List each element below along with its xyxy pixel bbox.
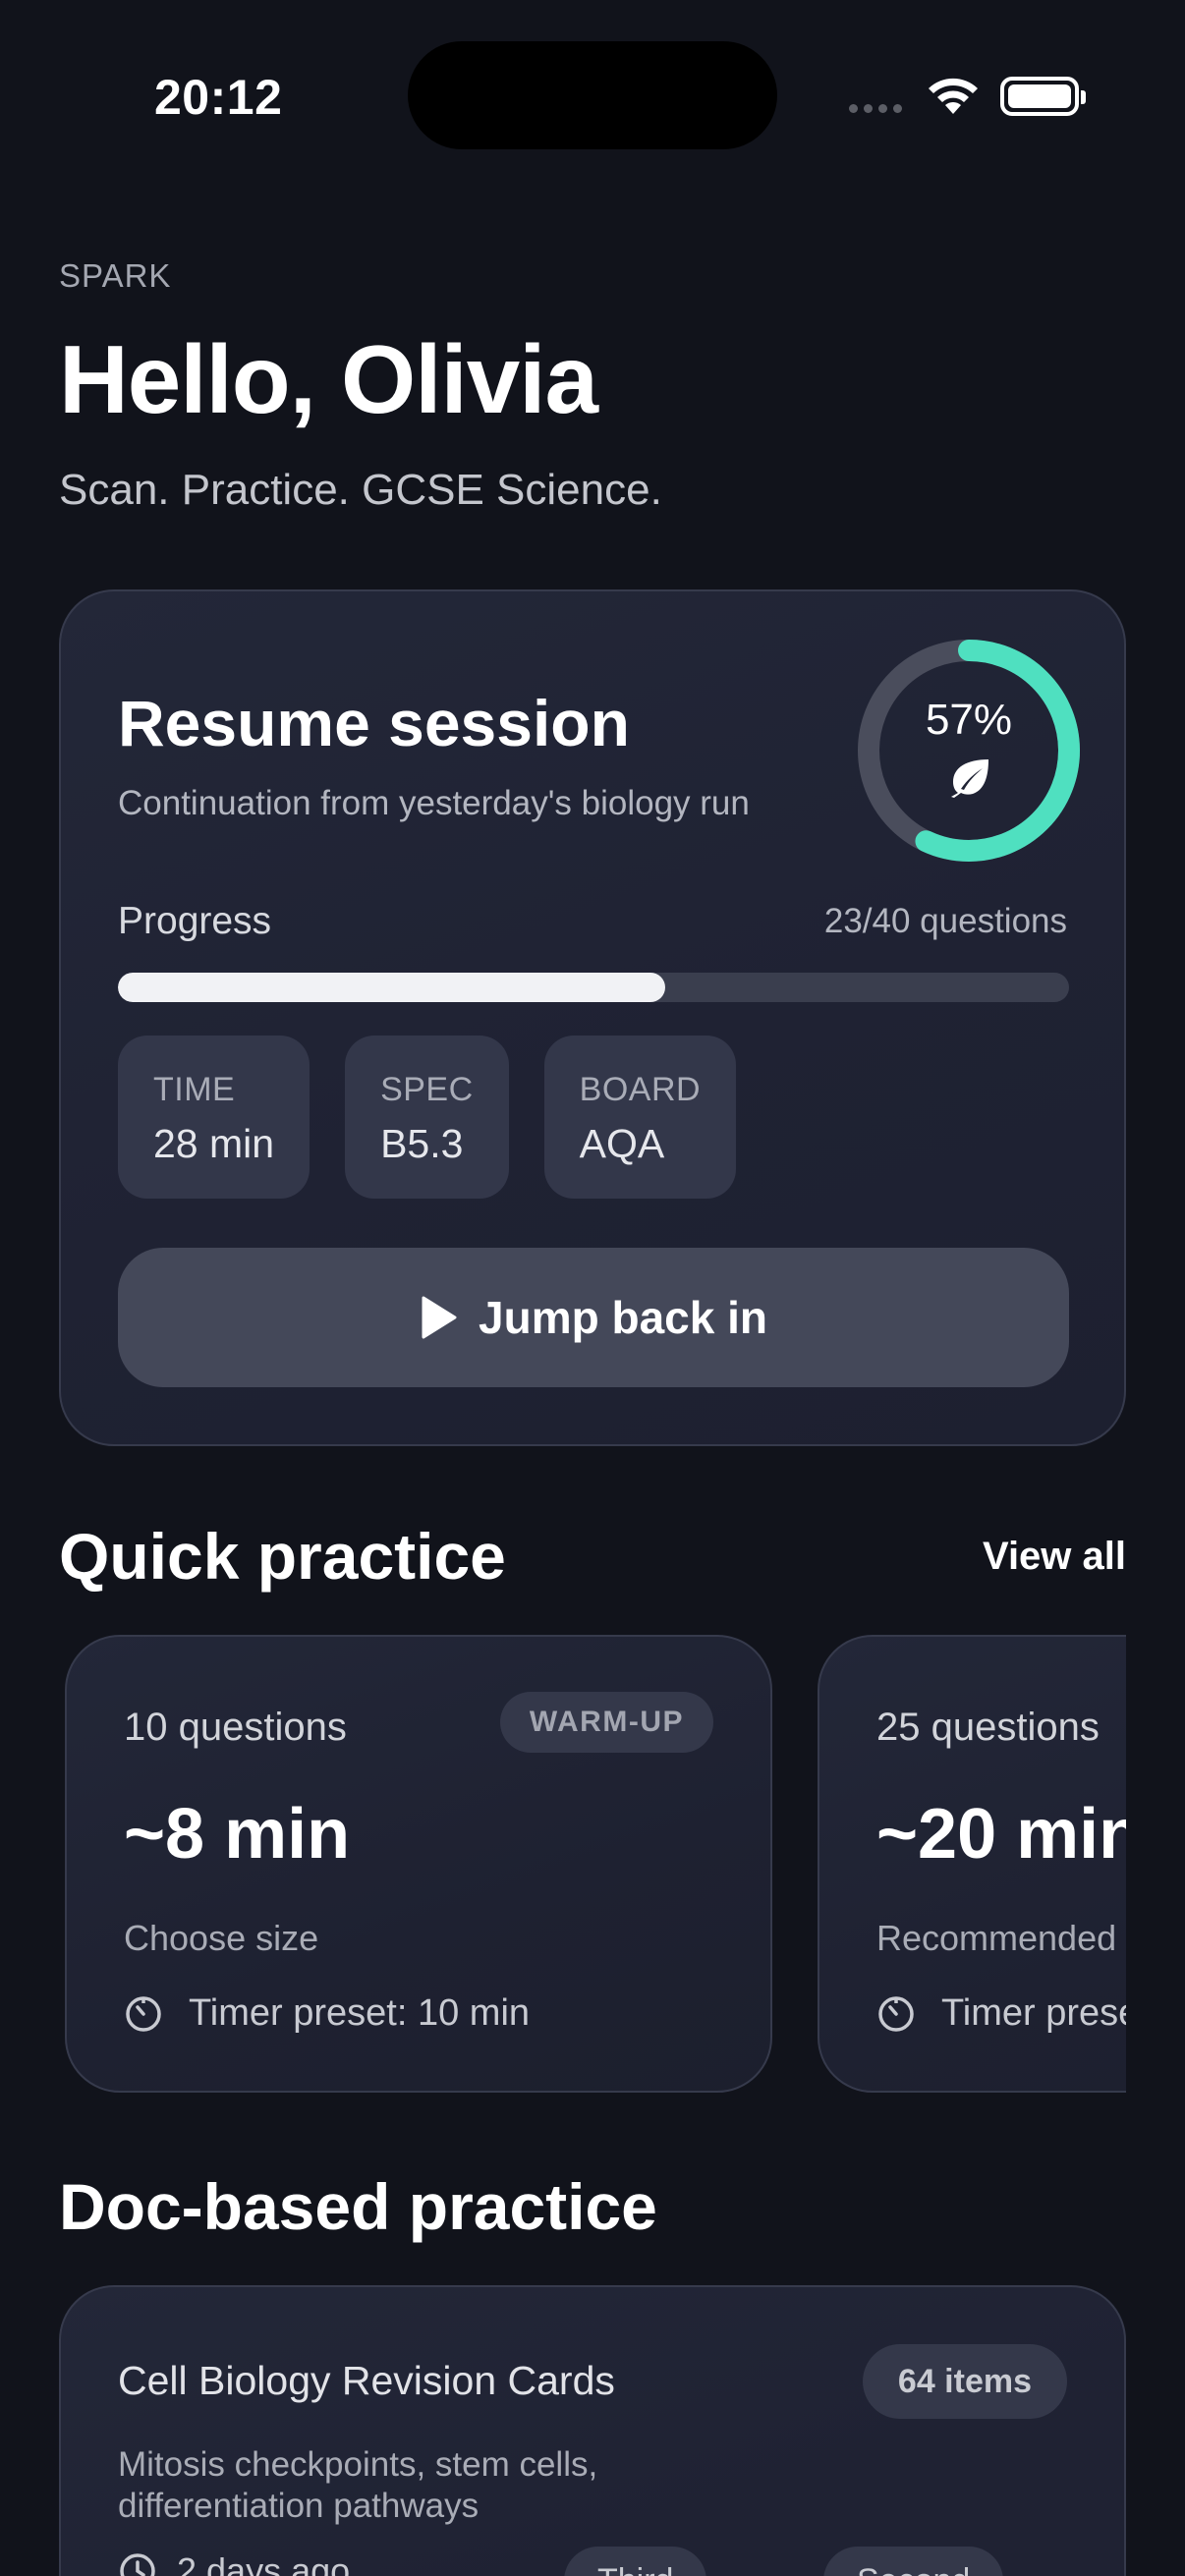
leaf-icon (951, 759, 988, 798)
session-chips: TIME 28 min SPEC B5.3 BOARD AQA (118, 1036, 737, 1199)
timer-preset: Timer preset: 10 min (124, 1992, 530, 2035)
tagline: Scan. Practice. GCSE Science. (59, 466, 662, 514)
resume-subtitle: Continuation from yesterday's biology ru… (118, 784, 750, 822)
chip-key: TIME (153, 1071, 236, 1108)
view-all-link[interactable]: View all (983, 1535, 1126, 1579)
timer-preset-label: Timer preset (941, 1992, 1126, 2034)
cellular-signal-icon (849, 104, 902, 113)
chip-spec: SPEC B5.3 (345, 1036, 509, 1199)
doc-tag[interactable]: Second (823, 2547, 1004, 2576)
progress-label: Progress (118, 900, 272, 942)
doc-practice-card[interactable]: Cell Biology Revision Cards 64 items Mit… (59, 2285, 1126, 2576)
quick-practice-title: Quick practice (59, 1520, 506, 1593)
doc-practice-title: Doc-based practice (59, 2170, 657, 2243)
chip-value: AQA (579, 1121, 665, 1166)
page-title: Hello, Olivia (59, 325, 598, 433)
warm-up-badge: WARM-UP (499, 1692, 713, 1753)
progress-bar (118, 973, 1069, 1002)
dynamic-island (408, 41, 777, 149)
progress-percent: 57% (925, 696, 1013, 744)
quick-practice-card[interactable]: 10 questions WARM-UP ~8 min Choose size … (65, 1635, 772, 2093)
clock-icon (120, 2553, 155, 2576)
question-count: 25 questions (876, 1706, 1100, 1749)
item-count-badge: 64 items (862, 2344, 1067, 2419)
jump-back-in-button[interactable]: Jump back in (118, 1248, 1069, 1387)
doc-tag[interactable]: Third (564, 2547, 707, 2576)
timer-preset-label: Timer preset: 10 min (189, 1992, 531, 2034)
question-count: 10 questions (124, 1706, 347, 1749)
chip-board: BOARD AQA (543, 1036, 737, 1199)
battery-icon (1000, 77, 1086, 116)
chip-key: BOARD (579, 1071, 702, 1108)
chip-value: 28 min (153, 1121, 275, 1166)
progress-count: 23/40 questions (823, 902, 1067, 940)
doc-description: Mitosis checkpoints, stem cells, differe… (118, 2445, 598, 2525)
status-time: 20:12 (154, 70, 283, 125)
estimated-time: ~8 min (124, 1795, 351, 1874)
play-icon (422, 1296, 457, 1339)
resume-session-card[interactable]: Resume session Continuation from yesterd… (59, 589, 1126, 1446)
progress-bar-fill (118, 973, 665, 1002)
progress-ring: 57% (853, 635, 1085, 867)
brand-label: SPARK (59, 257, 172, 294)
estimated-time: ~20 min (876, 1795, 1126, 1874)
doc-meta-label: 2 days ago (177, 2550, 351, 2576)
chip-key: SPEC (380, 1071, 474, 1108)
quick-practice-card[interactable]: 25 questions ~20 min Recommended Timer p… (818, 1635, 1126, 2093)
chip-value: B5.3 (380, 1121, 464, 1166)
wifi-icon (929, 78, 978, 114)
card-hint: Recommended (876, 1918, 1117, 1958)
doc-meta: 2 days ago (118, 2550, 350, 2576)
jump-back-in-label: Jump back in (479, 1292, 767, 1343)
timer-icon (878, 1995, 914, 2032)
doc-title: Cell Biology Revision Cards (118, 2358, 615, 2403)
quick-practice-carousel[interactable]: 10 questions WARM-UP ~8 min Choose size … (59, 1633, 1126, 2095)
chip-time: TIME 28 min (118, 1036, 310, 1199)
timer-preset: Timer preset (876, 1992, 1126, 2035)
card-hint: Choose size (124, 1918, 319, 1958)
timer-icon (126, 1995, 161, 2032)
resume-title: Resume session (118, 687, 630, 759)
